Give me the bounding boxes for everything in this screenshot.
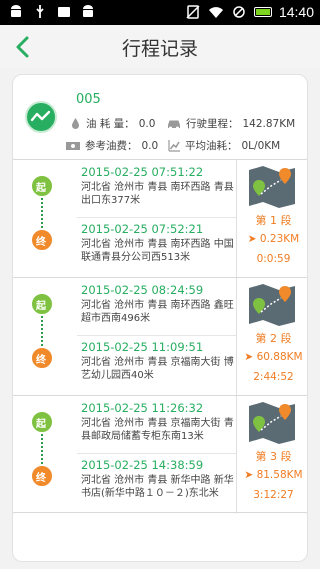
status-bar: 14:40 — [0, 0, 320, 25]
app-header: 行程记录 — [0, 25, 320, 68]
android-icon — [11, 5, 21, 17]
end-address: 河北省 沧州市 青县 南环西路 中国联通青县分公司西513米 — [81, 239, 234, 263]
divider — [77, 217, 236, 218]
car-icon — [168, 120, 180, 130]
trip-summary: 第 3 段 ➤ 81.58KM 3:12:27 — [238, 396, 307, 514]
fuel-label: 油 耗 量： — [86, 118, 135, 130]
signal-icon — [233, 6, 245, 18]
vehicle-number: 005 — [76, 92, 101, 107]
trip-row[interactable]: 起 终 2015-02-25 08:24:59 河北省 沧州市 青县 南环西路 … — [13, 277, 307, 396]
start-badge: 起 — [36, 301, 46, 312]
wifi-icon — [208, 7, 223, 18]
start-address: 河北省 沧州市 青县 南环西路 青县出口东377米 — [81, 182, 234, 206]
fuel-consumption-stat: 油 耗 量： 0.0 — [69, 116, 155, 131]
no-sim-icon — [186, 5, 200, 19]
nav-arrow-icon: ➤ — [244, 469, 257, 481]
start-badge: 起 — [36, 183, 46, 194]
divider — [77, 335, 236, 336]
distance-text: 81.58KM — [256, 469, 303, 481]
start-address: 河北省 沧州市 青县 南环西路 鑫旺超市西南496米 — [81, 300, 234, 324]
end-address: 河北省 沧州市 青县 京福南大街 博艺幼儿园西40米 — [81, 357, 234, 381]
money-icon — [66, 142, 80, 150]
end-badge: 终 — [36, 237, 46, 248]
fuel-cost-stat: 参考油费： 0.0 — [65, 138, 158, 153]
vehicle-summary: 005 油 耗 量： 0.0 行驶里程： 142.87KM 参考油费： 0.0 平均油… — [13, 75, 307, 160]
android-icon-2 — [83, 5, 93, 17]
trip-summary: 第 2 段 ➤ 60.88KM 2:44:52 — [238, 278, 307, 396]
usb-icon — [36, 5, 44, 18]
trip-summary: 第 1 段 ➤ 0.23KM 0:0:59 — [238, 160, 307, 278]
map-route-icon[interactable] — [247, 282, 297, 328]
route-markers: 起 终 — [13, 396, 71, 514]
trip-details: 2015-02-25 07:51:22 河北省 沧州市 青县 南环西路 青县出口… — [71, 160, 237, 278]
avg-label: 平均油耗： — [185, 140, 238, 152]
route-markers: 起 终 — [13, 160, 71, 278]
map-route-icon[interactable] — [247, 400, 297, 446]
fuel-drop-icon — [72, 118, 79, 129]
distance-text: 60.88KM — [256, 351, 303, 363]
mileage-label: 行驶里程： — [186, 118, 239, 130]
app-notification-icon — [58, 7, 70, 17]
segment-label: 第 1 段 — [255, 214, 292, 227]
cost-value: 0.0 — [141, 139, 159, 152]
end-time: 2015-02-25 14:38:59 — [81, 458, 204, 472]
clock: 14:40 — [278, 4, 314, 20]
fuel-value: 0.0 — [138, 117, 156, 130]
duration-value: 0:0:59 — [256, 253, 291, 265]
start-time: 2015-02-25 07:51:22 — [81, 165, 204, 179]
end-time: 2015-02-25 07:52:21 — [81, 222, 204, 236]
trend-chart-icon — [168, 140, 180, 152]
nav-arrow-icon: ➤ — [247, 233, 260, 245]
segment-label: 第 3 段 — [255, 450, 292, 463]
start-time: 2015-02-25 08:24:59 — [81, 283, 204, 297]
trip-row[interactable]: 起 终 2015-02-25 07:51:22 河北省 沧州市 青县 南环西路 … — [13, 159, 307, 278]
distance-value: ➤ 60.88KM — [238, 351, 307, 363]
trip-details: 2015-02-25 08:24:59 河北省 沧州市 青县 南环西路 鑫旺超市… — [71, 278, 237, 396]
divider — [77, 453, 236, 454]
trip-record-card: 005 油 耗 量： 0.0 行驶里程： 142.87KM 参考油费： 0.0 平均油… — [12, 74, 308, 562]
mileage-stat: 行驶里程： 142.87KM — [166, 116, 295, 131]
route-markers: 起 终 — [13, 278, 71, 396]
start-time: 2015-02-25 11:26:32 — [81, 401, 204, 415]
start-address: 河北省 沧州市 青县 京福南大街 青县邮政局储蓄专柜东南13米 — [81, 418, 234, 442]
end-badge: 终 — [36, 355, 46, 366]
distance-value: ➤ 81.58KM — [238, 469, 307, 481]
end-badge: 终 — [36, 473, 46, 484]
distance-value: ➤ 0.23KM — [238, 233, 307, 245]
nav-arrow-icon: ➤ — [244, 351, 257, 363]
page-title: 行程记录 — [121, 38, 198, 60]
duration-value: 3:12:27 — [253, 489, 294, 501]
cost-label: 参考油费： — [85, 140, 138, 152]
map-route-icon[interactable] — [247, 164, 297, 210]
battery-icon — [253, 7, 272, 17]
vehicle-logo-icon — [25, 101, 57, 133]
end-address: 河北省 沧州市 青县 新华中路 新华书店(新华中路１０－２)东北米 — [81, 475, 234, 499]
trip-details: 2015-02-25 11:26:32 河北省 沧州市 青县 京福南大街 青县邮… — [71, 396, 237, 514]
segment-label: 第 2 段 — [255, 332, 292, 345]
avg-fuel-stat: 平均油耗： 0L/0KM — [168, 138, 280, 153]
mileage-value: 142.87KM — [242, 117, 296, 130]
distance-text: 0.23KM — [259, 233, 300, 245]
end-time: 2015-02-25 11:09:51 — [81, 340, 204, 354]
trip-row[interactable]: 起 终 2015-02-25 11:26:32 河北省 沧州市 青县 京福南大街… — [13, 395, 307, 514]
start-badge: 起 — [36, 419, 46, 430]
avg-value: 0L/0KM — [241, 139, 281, 152]
duration-value: 2:44:52 — [253, 371, 294, 383]
